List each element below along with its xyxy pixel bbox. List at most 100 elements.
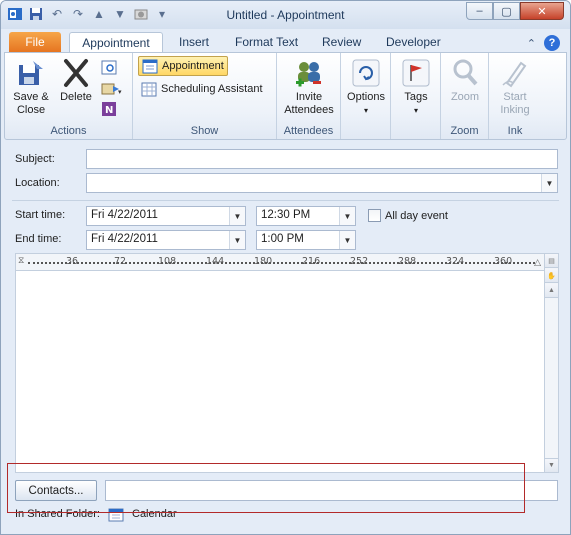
- recurrence-icon: [350, 57, 382, 89]
- tab-insert[interactable]: Insert: [169, 32, 219, 53]
- flag-icon: [400, 57, 432, 89]
- tab-file[interactable]: File: [9, 32, 61, 53]
- delete-label: Delete: [60, 91, 92, 103]
- end-time-value: 1:00 PM: [261, 233, 304, 245]
- end-time-dropdown-icon[interactable]: ▼: [339, 231, 355, 249]
- subject-label: Subject:: [15, 153, 55, 165]
- forward-icon[interactable]: ▾: [101, 80, 122, 96]
- group-ink: Start Inking Ink: [489, 53, 541, 139]
- end-date-combo[interactable]: Fri 4/22/2011 ▼: [86, 230, 246, 250]
- all-day-label: All day event: [385, 210, 448, 222]
- ruler-tick: 216: [302, 256, 321, 267]
- zoom-button[interactable]: Zoom: [445, 57, 485, 104]
- ruler-tick: 180: [254, 256, 273, 267]
- ruler-tick: 360: [494, 256, 513, 267]
- title-bar: ↶ ↷ ▲ ▼ ▾ Untitled - Appointment – ▢ ✕: [1, 1, 570, 29]
- start-inking-button[interactable]: Start Inking: [493, 57, 537, 117]
- group-label-show: Show: [190, 125, 219, 137]
- zoom-button-label: Zoom: [450, 91, 480, 103]
- ruler-tick: 324: [446, 256, 465, 267]
- start-time-label: Start time:: [15, 209, 66, 221]
- ribbon: Save & Close Delete ▾ N Actions Appointm…: [4, 52, 567, 140]
- all-day-checkbox[interactable]: [368, 209, 381, 222]
- tags-button[interactable]: Tags ▾: [395, 57, 437, 117]
- left-indent-marker-icon[interactable]: ⧖: [18, 255, 24, 266]
- start-time-value: 12:30 PM: [261, 209, 311, 221]
- delete-button[interactable]: Delete: [57, 57, 95, 104]
- ruler-tick: 108: [158, 256, 177, 267]
- end-date-value: Fri 4/22/2011: [91, 233, 158, 245]
- options-dropdown-icon: ▾: [363, 106, 368, 115]
- end-date-dropdown-icon[interactable]: ▼: [229, 231, 245, 249]
- divider: [12, 200, 559, 201]
- group-label-attendees: Attendees: [283, 125, 334, 137]
- magnifier-icon: [449, 57, 481, 89]
- location-label: Location:: [15, 177, 60, 189]
- group-attendees: Invite Attendees Attendees: [277, 53, 341, 139]
- calendar-icon: [142, 58, 158, 74]
- group-options: Options ▾: [341, 53, 391, 139]
- save-close-button[interactable]: Save & Close: [9, 57, 53, 117]
- scheduling-assistant-label: Scheduling Assistant: [161, 83, 263, 95]
- start-inking-label: Start Inking: [500, 91, 530, 116]
- options-button[interactable]: Options ▾: [345, 57, 387, 117]
- start-time-dropdown-icon[interactable]: ▼: [339, 207, 355, 225]
- location-dropdown-icon[interactable]: ▼: [541, 174, 557, 192]
- ruler-tick: 72: [114, 256, 127, 267]
- scheduling-grid-icon: [141, 81, 157, 97]
- ribbon-tabs: File Appointment Insert Format Text Revi…: [1, 29, 570, 53]
- group-show: Appointment Scheduling Assistant Show: [133, 53, 277, 139]
- options-label: Options: [347, 91, 385, 103]
- tags-label: Tags: [404, 91, 428, 103]
- appointment-view-button[interactable]: Appointment: [138, 56, 228, 76]
- ruler-tick: 252: [350, 256, 369, 267]
- group-zoom: Zoom Zoom: [441, 53, 489, 139]
- start-date-dropdown-icon[interactable]: ▼: [229, 207, 245, 225]
- restore-button[interactable]: ▢: [493, 2, 520, 20]
- tab-developer[interactable]: Developer: [376, 32, 451, 53]
- pan-hand-icon[interactable]: ✋: [545, 269, 558, 283]
- save-close-label: Save & Close: [13, 91, 49, 116]
- ruler: ⧖ 36 72 108 144 180 216 252 288 324 360 …: [15, 253, 546, 271]
- people-icon: [293, 57, 325, 89]
- window-controls: – ▢ ✕: [466, 2, 564, 20]
- minimize-button[interactable]: –: [466, 2, 493, 20]
- group-actions: Save & Close Delete ▾ N Actions: [5, 53, 133, 139]
- end-time-combo[interactable]: 1:00 PM ▼: [256, 230, 356, 250]
- appointment-window: ↶ ↷ ▲ ▼ ▾ Untitled - Appointment – ▢ ✕ F…: [0, 0, 571, 535]
- tab-review[interactable]: Review: [312, 32, 371, 53]
- save-close-icon: [15, 57, 47, 89]
- invite-attendees-button[interactable]: Invite Attendees: [281, 57, 337, 117]
- tab-appointment[interactable]: Appointment: [69, 32, 163, 53]
- help-icon[interactable]: ?: [544, 35, 560, 51]
- group-label-ink: Ink: [507, 125, 523, 137]
- scroll-up-icon[interactable]: ▲: [545, 284, 558, 298]
- group-tags: Tags ▾: [391, 53, 441, 139]
- subject-input[interactable]: [86, 149, 558, 169]
- notes-body-editor[interactable]: [15, 271, 546, 473]
- tab-format-text[interactable]: Format Text: [225, 32, 308, 53]
- pen-icon: [499, 57, 531, 89]
- location-combo[interactable]: ▼: [86, 173, 558, 193]
- start-time-combo[interactable]: 12:30 PM ▼: [256, 206, 356, 226]
- start-date-combo[interactable]: Fri 4/22/2011 ▼: [86, 206, 246, 226]
- svg-text:N: N: [105, 105, 113, 116]
- svg-text:▾: ▾: [118, 88, 122, 96]
- group-label-zoom: Zoom: [450, 125, 479, 137]
- ruler-toggle-icon[interactable]: ▤: [545, 254, 558, 268]
- tags-dropdown-icon: ▾: [413, 106, 418, 115]
- close-button[interactable]: ✕: [520, 2, 564, 20]
- highlight-annotation: [7, 463, 525, 513]
- start-date-value: Fri 4/22/2011: [91, 209, 158, 221]
- notes-scrollbar[interactable]: ▤ ✋ ▲ ▼: [544, 253, 559, 473]
- calendar-search-icon[interactable]: [101, 59, 117, 75]
- scheduling-assistant-button[interactable]: Scheduling Assistant: [138, 79, 266, 99]
- appointment-view-label: Appointment: [162, 60, 224, 72]
- minimize-ribbon-icon[interactable]: ⌃: [527, 37, 536, 50]
- onenote-icon[interactable]: N: [101, 101, 117, 117]
- ruler-tick: 144: [206, 256, 225, 267]
- right-indent-marker-icon[interactable]: △: [534, 257, 541, 268]
- ruler-tick: 288: [398, 256, 417, 267]
- scroll-down-icon[interactable]: ▼: [545, 458, 558, 472]
- invite-attendees-label: Invite Attendees: [284, 91, 334, 116]
